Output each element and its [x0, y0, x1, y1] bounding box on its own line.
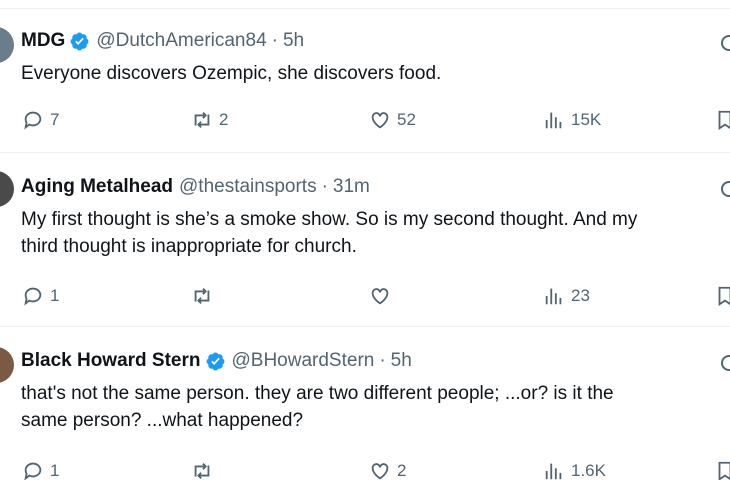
retweet-icon	[194, 288, 210, 304]
tweet-actions: 1 23	[0, 282, 730, 310]
reply-button[interactable]: 7	[22, 106, 59, 134]
display-name[interactable]: Aging Metalhead	[21, 175, 173, 199]
bookmark-button[interactable]	[714, 457, 730, 480]
like-count: 52	[397, 110, 416, 129]
reply-button[interactable]: 1	[22, 282, 59, 310]
retweet-icon	[194, 463, 210, 479]
tweet-actions: 7 2 52 15K	[0, 106, 730, 134]
tweet-text-line: My first thought is she’s a smoke show. …	[21, 209, 638, 230]
like-button[interactable]: 52	[369, 106, 416, 134]
tweet-header: Aging Metalhead @thestainsports · 31m	[21, 175, 370, 199]
tweet-text: Everyone discovers Ozempic, she discover…	[21, 60, 730, 87]
handle[interactable]: @thestainsports	[179, 175, 317, 199]
tweet-text-line: third thought is inappropriate for churc…	[21, 236, 357, 257]
tweet[interactable]: MDG @DutchAmerican84 · 5h Everyone disco…	[0, 9, 730, 169]
views-count: 1.6K	[571, 461, 606, 480]
tweet-header: Black Howard Stern @BHowardStern · 5h	[21, 349, 412, 373]
timestamp[interactable]: 5h	[283, 29, 304, 53]
heart-icon	[371, 288, 389, 305]
retweet-button[interactable]	[191, 457, 219, 480]
tweet-text: My first thought is she’s a smoke show. …	[21, 206, 730, 260]
views-icon	[545, 288, 562, 305]
reply-icon	[24, 287, 42, 306]
separator-dot: ·	[271, 30, 278, 51]
verified-badge-icon	[70, 32, 89, 50]
like-count: 2	[397, 461, 407, 480]
bookmark-icon	[718, 461, 730, 480]
views-count: 15K	[571, 110, 602, 129]
grok-icon[interactable]	[717, 177, 730, 201]
bookmark-button[interactable]	[714, 106, 730, 134]
reply-count: 1	[50, 286, 60, 305]
tweet-header: MDG @DutchAmerican84 · 5h	[21, 29, 304, 53]
heart-icon	[371, 112, 389, 129]
tweet-text-line: Everyone discovers Ozempic, she discover…	[21, 63, 442, 84]
handle[interactable]: @DutchAmerican84	[96, 29, 266, 53]
retweet-button[interactable]	[191, 282, 219, 310]
retweet-count: 2	[219, 110, 229, 129]
retweet-icon	[194, 112, 210, 128]
like-button[interactable]: 2	[369, 457, 406, 480]
avatar[interactable]	[0, 171, 14, 207]
views-count: 23	[571, 286, 590, 305]
reply-icon	[24, 111, 42, 130]
bookmark-icon	[718, 110, 730, 130]
display-name[interactable]: MDG	[21, 29, 65, 53]
reply-count: 1	[50, 461, 60, 480]
tweet[interactable]: Black Howard Stern @BHowardStern · 5h th…	[0, 326, 730, 480]
handle[interactable]: @BHowardStern	[232, 349, 375, 373]
grok-icon[interactable]	[717, 351, 730, 375]
retweet-button[interactable]: 2	[191, 106, 228, 134]
tweet-text: that's not the same person. they are two…	[21, 380, 730, 434]
avatar[interactable]	[0, 27, 14, 63]
reply-button[interactable]: 1	[22, 457, 59, 480]
views-icon	[545, 112, 562, 129]
tweet-actions: 1 2 1.6K	[0, 457, 730, 480]
heart-icon	[371, 463, 389, 480]
tweet-text-line: that's not the same person. they are two…	[21, 383, 614, 404]
views-icon	[545, 463, 562, 480]
separator-dot: ·	[321, 176, 328, 197]
timestamp[interactable]: 31m	[333, 175, 370, 199]
separator-dot: ·	[379, 350, 386, 371]
views-button[interactable]: 15K	[543, 106, 601, 134]
views-button[interactable]: 1.6K	[543, 457, 606, 480]
reply-count: 7	[50, 110, 60, 129]
display-name[interactable]: Black Howard Stern	[21, 349, 201, 373]
bookmark-icon	[718, 286, 730, 306]
like-button[interactable]	[369, 282, 397, 310]
views-button[interactable]: 23	[543, 282, 590, 310]
avatar[interactable]	[0, 347, 14, 383]
bookmark-button[interactable]	[714, 282, 730, 310]
grok-icon[interactable]	[717, 31, 730, 55]
timestamp[interactable]: 5h	[391, 349, 412, 373]
tweet[interactable]: Aging Metalhead @thestainsports · 31m My…	[0, 152, 730, 312]
tweet-text-line: same person? ...what happened?	[21, 410, 304, 431]
verified-badge-icon	[206, 352, 224, 370]
reply-icon	[24, 462, 42, 480]
